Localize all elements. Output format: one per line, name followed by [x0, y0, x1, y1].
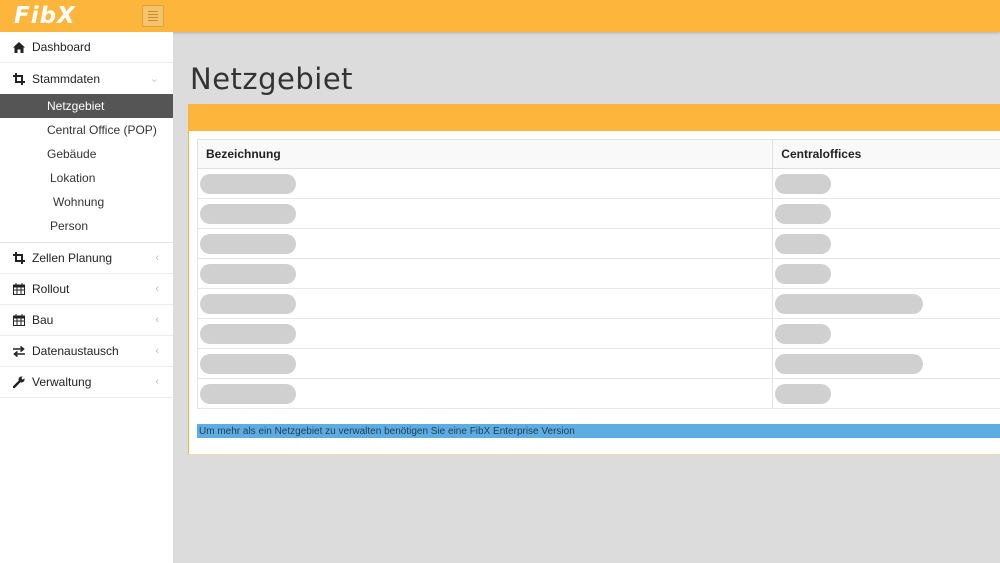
sidebar-subitem-person[interactable]: Person — [0, 214, 173, 238]
subitem-label: Central Office (POP) — [47, 123, 157, 137]
loading-placeholder — [200, 233, 296, 254]
loading-placeholder — [775, 263, 832, 284]
sidebar-item-datenaustausch[interactable]: Datenaustausch ‹ — [0, 336, 173, 367]
wrench-icon — [12, 376, 26, 388]
crop-icon — [12, 72, 26, 85]
cell-centraloffices — [773, 169, 1000, 198]
sidebar-subitem-netzgebiet[interactable]: Netzgebiet — [0, 94, 173, 118]
loading-placeholder — [200, 293, 296, 314]
sidebar-item-verwaltung[interactable]: Verwaltung ‹ — [0, 367, 173, 398]
sidebar-toggle-button[interactable] — [142, 5, 164, 27]
loading-placeholder — [775, 323, 832, 344]
table-body — [198, 169, 1000, 409]
sidebar-item-label: Stammdaten — [32, 71, 101, 86]
sidebar: Dashboard Stammdaten ⌄ Netzgebiet Centra… — [0, 32, 173, 563]
netzgebiet-panel: Bezeichnung Centraloffices Um mehr als e… — [188, 104, 1000, 455]
column-header-bezeichnung[interactable]: Bezeichnung — [198, 140, 774, 168]
enterprise-notice: Um mehr als ein Netzgebiet zu verwalten … — [197, 424, 1000, 438]
chevron-left-icon: ‹ — [155, 376, 159, 388]
top-bar: FibX — [0, 0, 1000, 32]
cell-bezeichnung — [198, 229, 774, 258]
chevron-left-icon: ‹ — [155, 345, 159, 357]
loading-placeholder — [200, 353, 296, 374]
panel-header — [189, 104, 1000, 131]
table-header: Bezeichnung Centraloffices — [198, 140, 1000, 169]
fibx-logo[interactable]: FibX — [14, 2, 76, 30]
cell-bezeichnung — [198, 199, 774, 228]
cell-bezeichnung — [198, 169, 774, 198]
subitem-label: Wohnung — [53, 195, 105, 209]
calendar-icon — [12, 283, 26, 295]
column-header-centraloffices[interactable]: Centraloffices — [773, 140, 1000, 168]
exchange-icon — [12, 345, 26, 357]
table-row[interactable] — [198, 259, 1000, 289]
table-row[interactable] — [198, 289, 1000, 319]
sidebar-subitem-wohnung[interactable]: Wohnung — [0, 190, 173, 214]
chevron-left-icon: ‹ — [155, 314, 159, 326]
subitem-label: Person — [50, 219, 89, 233]
sidebar-subitem-gebaeude[interactable]: Gebäude — [0, 142, 173, 166]
loading-placeholder — [200, 383, 296, 404]
cell-centraloffices — [773, 379, 1000, 408]
sidebar-item-label: Bau — [32, 313, 54, 327]
loading-placeholder — [775, 173, 832, 194]
calendar-icon — [12, 314, 26, 326]
loading-placeholder — [200, 203, 296, 224]
subitem-label: Netzgebiet — [47, 99, 105, 113]
table-row[interactable] — [198, 319, 1000, 349]
cell-bezeichnung — [198, 289, 774, 318]
table-row[interactable] — [198, 199, 1000, 229]
loading-placeholder — [200, 173, 296, 194]
cell-centraloffices — [773, 289, 1000, 318]
table-row[interactable] — [198, 379, 1000, 409]
chevron-left-icon: ‹ — [155, 252, 159, 264]
hamburger-icon — [148, 11, 158, 12]
stammdaten-submenu: Netzgebiet Central Office (POP) Gebäude … — [0, 94, 173, 243]
sidebar-item-bau[interactable]: Bau ‹ — [0, 305, 173, 336]
table-row[interactable] — [198, 169, 1000, 199]
cell-centraloffices — [773, 229, 1000, 258]
loading-placeholder — [775, 293, 924, 314]
sidebar-subitem-lokation[interactable]: Lokation — [0, 166, 173, 190]
sidebar-item-label: Rollout — [32, 282, 70, 296]
sidebar-item-zellen-planung[interactable]: Zellen Planung ‹ — [0, 243, 173, 274]
sidebar-item-label: Dashboard — [32, 40, 91, 54]
netzgebiet-table: Bezeichnung Centraloffices — [197, 139, 1000, 409]
page-title: Netzgebiet — [190, 62, 354, 96]
sidebar-subitem-central-office[interactable]: Central Office (POP) — [0, 118, 173, 142]
cell-centraloffices — [773, 319, 1000, 348]
cell-centraloffices — [773, 199, 1000, 228]
loading-placeholder — [200, 323, 296, 344]
loading-placeholder — [775, 233, 832, 254]
chevron-down-icon: ⌄ — [149, 73, 159, 85]
sidebar-item-label: Datenaustausch — [32, 344, 119, 358]
loading-placeholder — [200, 263, 296, 284]
cell-bezeichnung — [198, 319, 774, 348]
sidebar-item-label: Zellen Planung — [32, 251, 113, 265]
sidebar-item-dashboard[interactable]: Dashboard — [0, 32, 173, 63]
loading-placeholder — [775, 353, 924, 374]
sidebar-item-rollout[interactable]: Rollout ‹ — [0, 274, 173, 305]
subitem-label: Lokation — [50, 171, 96, 185]
subitem-label: Gebäude — [47, 147, 97, 161]
home-icon — [12, 41, 26, 53]
sidebar-item-stammdaten[interactable]: Stammdaten ⌄ — [0, 63, 173, 94]
cell-bezeichnung — [198, 259, 774, 288]
cell-bezeichnung — [198, 349, 774, 378]
cell-centraloffices — [773, 259, 1000, 288]
crop-icon — [12, 252, 26, 264]
sidebar-item-label: Verwaltung — [32, 375, 92, 389]
cell-centraloffices — [773, 349, 1000, 378]
chevron-left-icon: ‹ — [155, 283, 159, 295]
table-row[interactable] — [198, 229, 1000, 259]
loading-placeholder — [775, 383, 832, 404]
loading-placeholder — [775, 203, 832, 224]
logo-text: FibX — [14, 3, 76, 29]
cell-bezeichnung — [198, 379, 774, 408]
table-row[interactable] — [198, 349, 1000, 379]
